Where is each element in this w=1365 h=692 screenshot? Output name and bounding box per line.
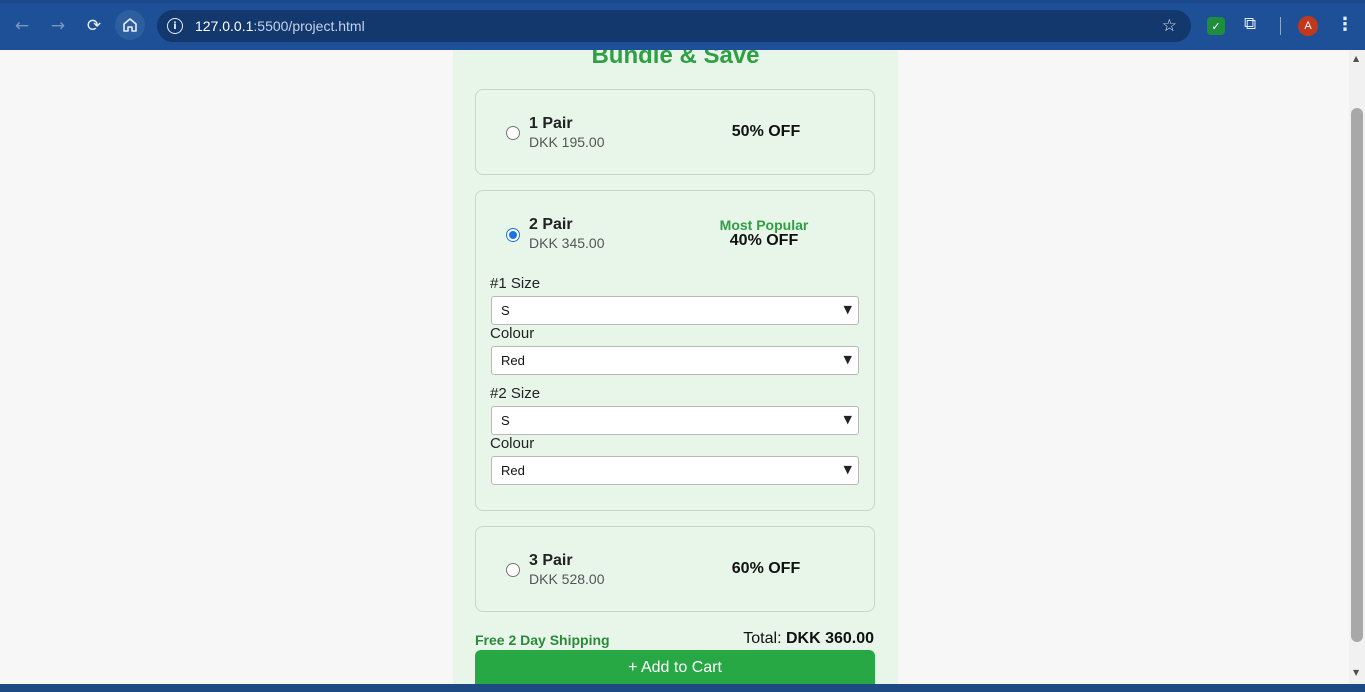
size-1-select[interactable]: S ▼: [491, 296, 859, 325]
colour-2-label: Colour: [490, 435, 535, 452]
discount-label: 60% OFF: [731, 560, 801, 577]
address-bar[interactable]: i 127.0.0.1:5500/project.html ☆: [157, 10, 1191, 42]
free-shipping-note: Free 2 Day Shipping: [475, 632, 610, 648]
scroll-down-arrow-icon[interactable]: ▼: [1353, 668, 1359, 677]
chevron-down-icon: ▼: [843, 463, 852, 476]
profile-avatar[interactable]: A: [1298, 16, 1318, 36]
toolbar-divider: [1280, 17, 1281, 35]
radio-3-pair[interactable]: [506, 563, 520, 577]
option-title: 1 Pair: [529, 115, 573, 132]
most-popular-badge: Most Popular: [719, 217, 809, 233]
add-to-cart-button[interactable]: + Add to Cart: [475, 650, 875, 684]
option-price: DKK 345.00: [529, 235, 605, 251]
colour-1-value: Red: [501, 353, 525, 368]
total-label: Total:: [743, 630, 786, 647]
option-title: 3 Pair: [529, 552, 573, 569]
chevron-down-icon: ▼: [843, 353, 852, 366]
site-info-icon[interactable]: i: [167, 18, 183, 34]
discount-label: 50% OFF: [731, 123, 801, 140]
bundle-option-3-pair[interactable]: 3 Pair DKK 528.00 60% OFF: [475, 526, 875, 612]
chevron-down-icon: ▼: [843, 413, 852, 426]
home-button[interactable]: [115, 10, 145, 40]
colour-1-label: Colour: [490, 325, 535, 342]
url-text[interactable]: 127.0.0.1:5500/project.html: [195, 18, 365, 34]
size-1-value: S: [501, 303, 510, 318]
bookmark-star-icon[interactable]: ☆: [1162, 16, 1177, 36]
extensions-puzzle-icon[interactable]: ⧉: [1244, 14, 1256, 34]
size-2-label: #2 Size: [490, 385, 541, 402]
bundle-option-1-pair[interactable]: 1 Pair DKK 195.00 50% OFF: [475, 89, 875, 175]
extension-shield-icon[interactable]: ✓: [1207, 17, 1225, 35]
forward-icon[interactable]: →: [45, 13, 71, 39]
home-icon: [123, 18, 137, 32]
scrollbar-thumb[interactable]: [1351, 108, 1363, 642]
tab-strip: [0, 0, 1365, 3]
colour-1-select[interactable]: Red ▼: [491, 346, 859, 375]
total-value: DKK 360.00: [785, 630, 874, 647]
scroll-up-arrow-icon[interactable]: ▲: [1353, 54, 1359, 63]
option-price: DKK 528.00: [529, 571, 605, 587]
reload-icon[interactable]: ⟳: [81, 13, 107, 39]
chevron-down-icon: ▼: [843, 303, 852, 316]
bundle-panel: Bundle & Save 1 Pair DKK 195.00 50% OFF …: [453, 50, 898, 684]
browser-menu-icon[interactable]: ⋮: [1336, 14, 1354, 35]
radio-2-pair[interactable]: [506, 228, 520, 242]
back-icon[interactable]: ←: [9, 13, 35, 39]
bundle-option-2-pair[interactable]: 2 Pair DKK 345.00 Most Popular 40% OFF #…: [475, 190, 875, 511]
page-viewport: Bundle & Save 1 Pair DKK 195.00 50% OFF …: [0, 50, 1349, 684]
size-1-label: #1 Size: [490, 275, 541, 292]
discount-label: 40% OFF: [729, 232, 799, 249]
page-title: Bundle & Save: [591, 50, 760, 69]
browser-toolbar: ← → ⟳ i 127.0.0.1:5500/project.html ☆ ✓ …: [0, 0, 1365, 50]
os-taskbar: [0, 684, 1365, 692]
colour-2-value: Red: [501, 463, 525, 478]
colour-2-select[interactable]: Red ▼: [491, 456, 859, 485]
order-total: Total: DKK 360.00: [723, 630, 874, 648]
page-scrollbar[interactable]: ▲ ▼: [1349, 50, 1365, 684]
size-2-select[interactable]: S ▼: [491, 406, 859, 435]
radio-1-pair[interactable]: [506, 126, 520, 140]
size-2-value: S: [501, 413, 510, 428]
option-title: 2 Pair: [529, 216, 573, 233]
option-price: DKK 195.00: [529, 134, 605, 150]
